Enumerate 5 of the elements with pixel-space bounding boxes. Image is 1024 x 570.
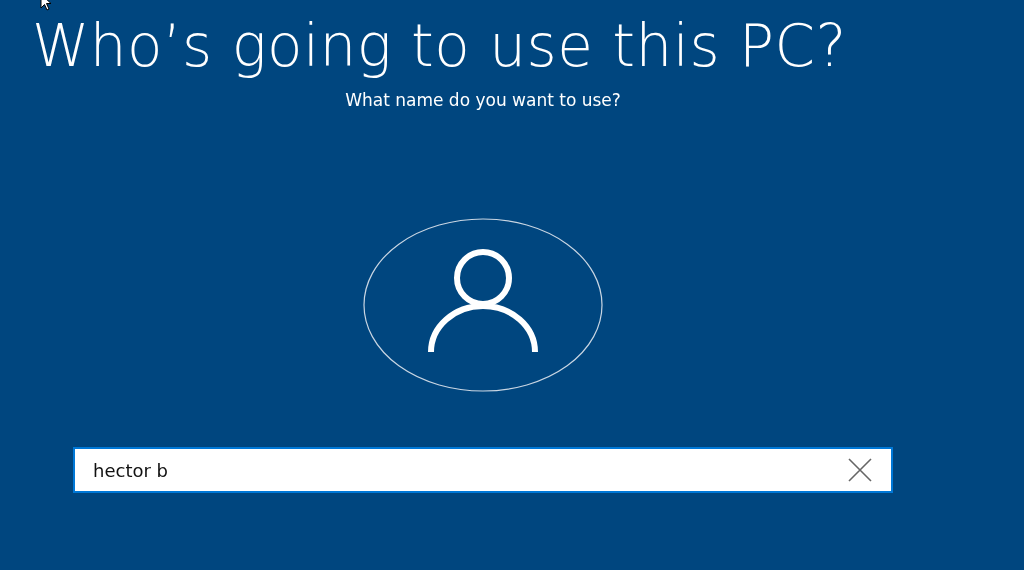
subtitle: What name do you want to use? xyxy=(345,90,621,110)
name-input-field[interactable]: hector b xyxy=(73,447,893,493)
page-title: Who’s going to use this PC? xyxy=(32,14,847,78)
user-avatar-icon xyxy=(363,218,603,392)
clear-icon[interactable] xyxy=(847,457,873,483)
